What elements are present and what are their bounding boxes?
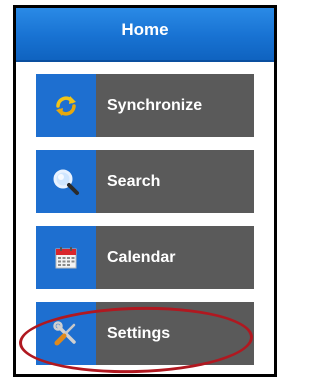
page-title: Home <box>121 20 169 39</box>
header-bar: Home <box>16 8 274 62</box>
calendar-button[interactable]: Calendar <box>36 226 254 289</box>
search-label: Search <box>107 173 161 190</box>
app-window: Home Synchronize Search Calendar Setting… <box>16 8 274 374</box>
tools-icon <box>53 320 76 345</box>
search-button[interactable]: Search <box>36 150 254 213</box>
synchronize-button[interactable]: Synchronize <box>36 74 254 137</box>
calendar-label: Calendar <box>107 249 176 266</box>
calendar-icon-tile <box>36 226 96 289</box>
magnifier-icon <box>53 169 79 195</box>
calendar-icon <box>55 246 77 268</box>
app-window-frame: Home Synchronize Search Calendar Setting… <box>13 5 277 377</box>
search-icon-tile <box>36 150 96 213</box>
settings-label: Settings <box>107 325 171 342</box>
synchronize-icon-tile <box>36 74 96 137</box>
settings-icon-tile <box>36 302 96 365</box>
synchronize-label: Synchronize <box>107 97 203 114</box>
sync-icon <box>56 95 76 116</box>
settings-button[interactable]: Settings <box>36 302 254 365</box>
